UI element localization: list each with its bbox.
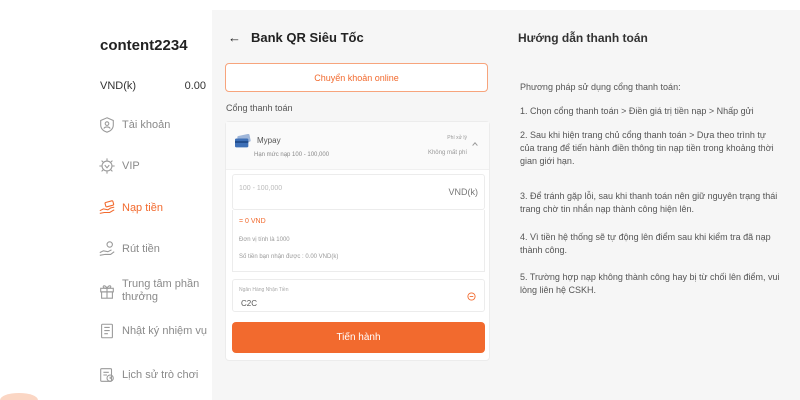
gift-icon bbox=[100, 285, 114, 299]
guide-step: 5. Trường hợp nạp không thành công hay b… bbox=[520, 272, 780, 295]
sidebar-item-deposit[interactable]: Nạp tiền bbox=[98, 199, 163, 217]
converted-amount: = 0 VND bbox=[239, 218, 266, 225]
task-log-icon bbox=[101, 323, 113, 339]
unit-note: Đơn vị tính là 1000 bbox=[239, 237, 290, 243]
gateway-limit: Hạn mức nạp 100 - 100,000 bbox=[254, 152, 330, 158]
bank-value: C2C bbox=[241, 299, 258, 308]
sidebar: content2234 VND(k) 0.00 Tài khoản VIP Nạ… bbox=[0, 0, 212, 400]
sidebar-item-withdraw[interactable]: Rút tiền bbox=[98, 240, 160, 258]
amount-field[interactable]: VND(k) bbox=[232, 174, 485, 210]
gateway-fee-label: Phí xử lý bbox=[447, 135, 467, 141]
chevron-up-icon[interactable] bbox=[471, 140, 479, 148]
sidebar-item-task-log[interactable]: Nhật ký nhiệm vụ bbox=[98, 322, 207, 340]
guide-step: 3. Để tránh gặp lỗi, sau khi thanh toán … bbox=[520, 191, 778, 214]
username: content2234 bbox=[100, 37, 188, 54]
form-header: ← Bank QR Siêu Tốc bbox=[228, 30, 364, 45]
sidebar-item-label: Lịch sử trò chơi bbox=[122, 369, 199, 381]
guide-intro: Phương pháp sử dụng cổng thanh toán: bbox=[520, 82, 681, 92]
balance-row: VND(k) 0.00 bbox=[100, 80, 206, 92]
guide-step: 2. Sau khi hiện trang chủ cổng thanh toá… bbox=[520, 130, 774, 166]
card-stack-icon bbox=[235, 134, 251, 148]
sidebar-item-game-history[interactable]: Lịch sử trò chơi bbox=[98, 366, 198, 384]
gateway-fee-value: Không mất phí bbox=[427, 150, 467, 156]
sidebar-item-label: Nạp tiền bbox=[122, 202, 163, 214]
amount-info: = 0 VND Đơn vị tính là 1000 Số tiền bạn … bbox=[232, 210, 485, 272]
deposit-hand-icon bbox=[99, 200, 115, 214]
sidebar-item-label: Trung tâm phần thưởng bbox=[122, 278, 200, 303]
gateway-section-label: Cổng thanh toán bbox=[226, 103, 293, 113]
gateway-name: Mypay bbox=[257, 136, 281, 145]
sidebar-item-label: Tài khoản bbox=[122, 119, 171, 131]
decorative-blob bbox=[0, 393, 38, 400]
receiving-bank-select[interactable]: Ngân Hàng Nhận Tiền C2C bbox=[232, 279, 485, 312]
proceed-button[interactable]: Tiến hành bbox=[232, 322, 485, 353]
balance-value: 0.00 bbox=[184, 80, 206, 92]
tab-online-transfer[interactable]: Chuyển khoản online bbox=[225, 63, 488, 92]
amount-input[interactable] bbox=[239, 185, 419, 192]
guide-title: Hướng dẫn thanh toán bbox=[518, 31, 648, 45]
bank-label: Ngân Hàng Nhận Tiền bbox=[239, 287, 289, 293]
sidebar-item-label: Rút tiền bbox=[122, 243, 160, 255]
withdraw-hand-icon bbox=[99, 241, 115, 256]
gateway-card: Mypay Hạn mức nạp 100 - 100,000 Phí xử l… bbox=[225, 121, 490, 361]
amount-unit: VND(k) bbox=[448, 187, 479, 197]
guide-step: 1. Chọn cổng thanh toán > Điền giá trị t… bbox=[520, 106, 754, 116]
page-title: Bank QR Siêu Tốc bbox=[251, 30, 364, 45]
sidebar-item-rewards[interactable]: Trung tâm phần thưởng bbox=[98, 278, 199, 304]
sidebar-item-label: Nhật ký nhiệm vụ bbox=[122, 325, 207, 337]
dropdown-circle-icon[interactable] bbox=[467, 292, 476, 301]
game-history-icon bbox=[100, 368, 114, 382]
shield-user-icon bbox=[100, 117, 114, 133]
sidebar-item-account[interactable]: Tài khoản bbox=[98, 116, 170, 134]
sidebar-item-label: VIP bbox=[122, 160, 140, 172]
sidebar-item-vip[interactable]: VIP bbox=[98, 157, 140, 175]
gateway-option-mypay[interactable]: Mypay Hạn mức nạp 100 - 100,000 Phí xử l… bbox=[226, 122, 489, 170]
receive-note: Số tiền bạn nhận được : 0.00 VND(k) bbox=[239, 254, 339, 260]
vip-badge-icon bbox=[99, 158, 115, 174]
back-arrow-icon[interactable]: ← bbox=[228, 30, 241, 45]
guide-step: 4. Vì tiền hệ thống sẽ tự động lên điểm … bbox=[520, 232, 771, 255]
balance-label: VND(k) bbox=[100, 80, 137, 92]
